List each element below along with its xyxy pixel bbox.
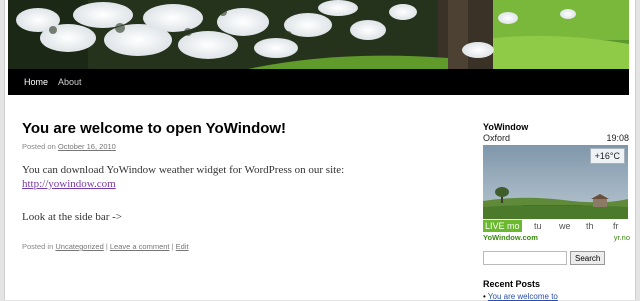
category-link[interactable]: Uncategorized (55, 242, 103, 251)
post-title[interactable]: You are welcome to open YoWindow! (22, 120, 286, 137)
weather-temperature: +16°C (589, 148, 625, 164)
weather-city: Oxford (483, 133, 511, 143)
posted-in-label: Posted in (22, 242, 54, 251)
edit-link[interactable]: Edit (176, 242, 189, 251)
weather-tab-live[interactable]: LIVE mo (483, 220, 522, 232)
weather-tab-th[interactable]: th (586, 220, 594, 232)
post-site-link[interactable]: http://yowindow.com (22, 178, 116, 190)
leave-comment-link[interactable]: Leave a comment (110, 242, 170, 251)
weather-tab-fr[interactable]: fr (613, 220, 619, 232)
yr-no-link[interactable]: yr.no (614, 233, 630, 242)
weather-scene-image[interactable]: +16°C (483, 145, 628, 219)
recent-posts-heading: Recent Posts (483, 279, 541, 289)
post-meta: Posted on October 16, 2010 (22, 142, 116, 151)
post-date-link[interactable]: October 16, 2010 (58, 142, 116, 151)
nav-item-home[interactable]: Home (24, 69, 48, 95)
footer-separator: | (171, 242, 174, 251)
weather-time: 19:08 (606, 133, 629, 143)
footer-separator: | (105, 242, 108, 251)
main-nav: Home About (8, 69, 629, 95)
header-banner-image (8, 0, 629, 69)
page-frame: Home About You are welcome to open YoWin… (4, 0, 636, 301)
post-footer: Posted in Uncategorized | Leave a commen… (22, 242, 189, 251)
yowindow-brand-link[interactable]: YoWindow.com (483, 233, 538, 242)
search-input[interactable] (483, 251, 567, 265)
post-body-line-1: You can download YoWindow weather widget… (22, 164, 345, 176)
weather-tab-tu[interactable]: tu (534, 220, 542, 232)
post-body-line-2: Look at the side bar -> (22, 211, 122, 223)
nav-item-about[interactable]: About (58, 69, 82, 95)
search-button[interactable]: Search (570, 251, 606, 265)
posted-on-label: Posted on (22, 142, 56, 151)
weather-widget-title: YoWindow (483, 122, 529, 132)
weather-tab-we[interactable]: we (559, 220, 571, 232)
weather-day-tabs: LIVE mo tu we th fr (483, 220, 628, 232)
